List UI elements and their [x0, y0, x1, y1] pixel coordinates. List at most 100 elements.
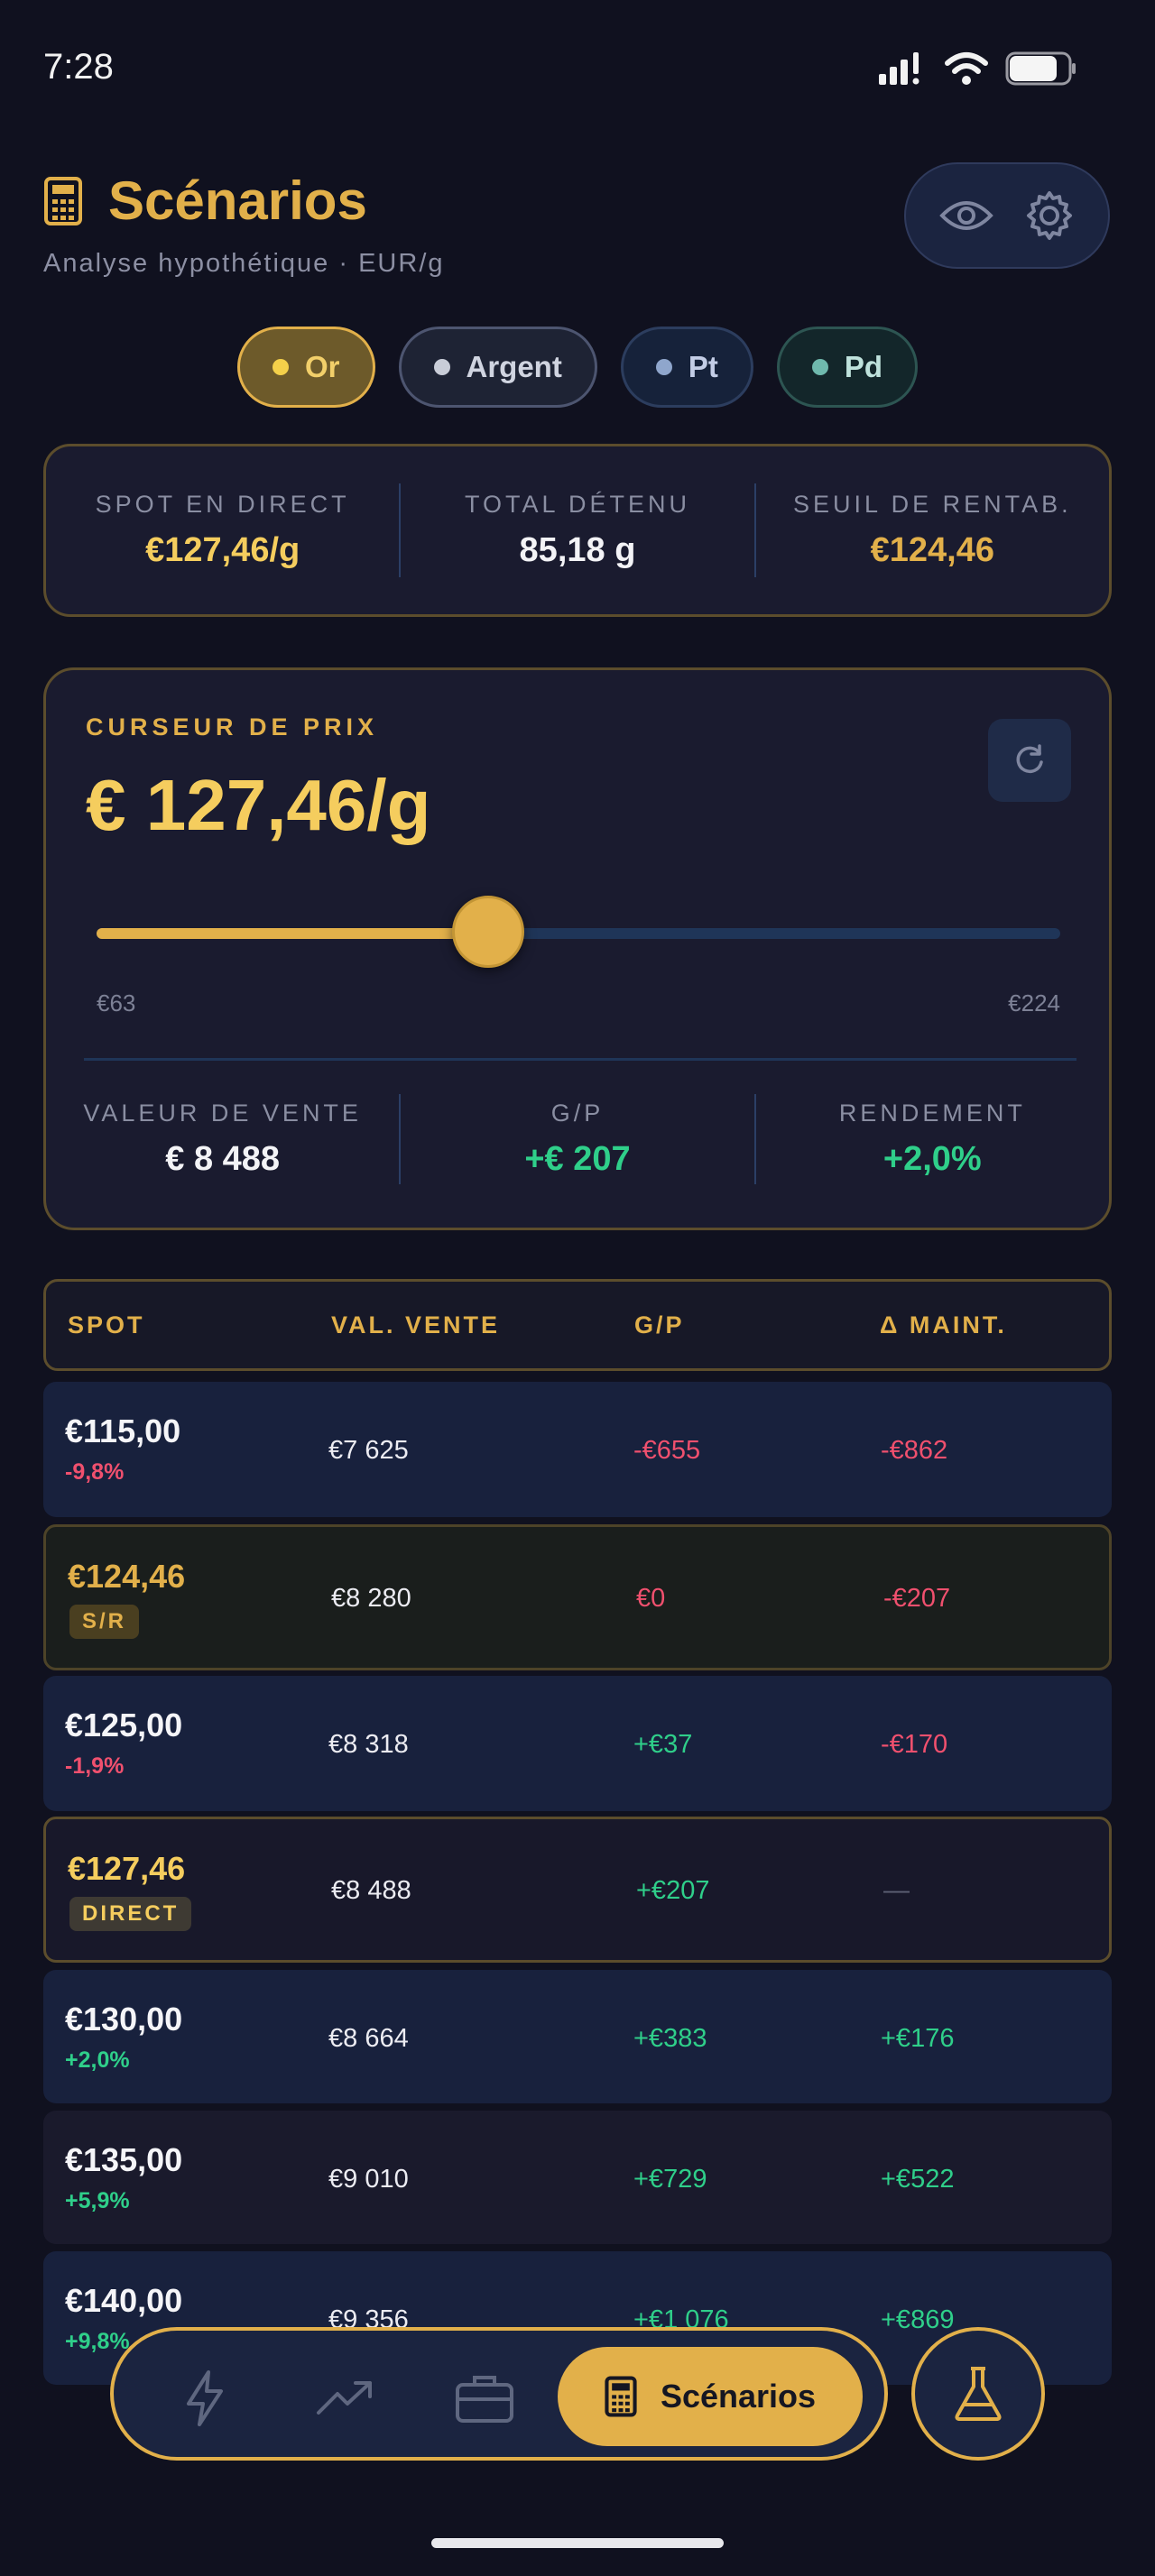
- calculator-icon: [44, 176, 82, 225]
- row-delta: -€207: [883, 1584, 951, 1613]
- row-spot: €135,00: [65, 2141, 183, 2178]
- calculator-icon: [605, 2376, 637, 2417]
- row-delta: -€170: [881, 1730, 948, 1759]
- column-header: Δ MAINT.: [880, 1311, 1007, 1339]
- stat-label: RENDEMENT: [838, 1099, 1026, 1127]
- metal-chip-argent[interactable]: Argent: [398, 327, 597, 408]
- nav-active-label: Scénarios: [660, 2378, 817, 2415]
- table-row[interactable]: €135,00 +5,9% €9 010 +€729 +€522: [43, 2111, 1112, 2244]
- slider-label: CURSEUR DE PRIX: [86, 713, 379, 741]
- row-pl: +€383: [633, 2024, 707, 2053]
- row-sale: €8 318: [328, 1730, 409, 1759]
- row-spot: €115,00: [65, 1412, 181, 1449]
- summary-card: SPOT EN DIRECT €127,46/g TOTAL DÉTENU 85…: [43, 444, 1112, 617]
- stat-value: +€ 207: [524, 1140, 631, 1178]
- status-time: 7:28: [43, 47, 114, 87]
- column-header: G/P: [634, 1311, 685, 1339]
- slider-track-fill: [97, 928, 488, 939]
- row-delta: +€522: [881, 2165, 955, 2194]
- row-sale: €8 280: [331, 1584, 411, 1613]
- row-delta: —: [883, 1876, 910, 1905]
- row-delta: -€862: [881, 1436, 948, 1465]
- metal-selector: Or Argent Pt Pd: [0, 327, 1155, 408]
- metal-chip-label: Pt: [688, 350, 718, 383]
- row-spot: €130,00: [65, 2001, 183, 2038]
- table-row-live[interactable]: €127,46 DIRECT €8 488 +€207 —: [43, 1817, 1112, 1963]
- row-sale: €8 488: [331, 1876, 411, 1905]
- nav-lightning[interactable]: [173, 2367, 236, 2430]
- metal-chip-or[interactable]: Or: [236, 327, 375, 408]
- argent-dot-icon: [433, 359, 450, 375]
- table-row[interactable]: €115,00 -9,8% €7 625 -€655 -€862: [43, 1382, 1112, 1517]
- page-header: Scénarios: [43, 170, 367, 232]
- row-pl: +€37: [633, 1730, 693, 1759]
- summary-value: €124,46: [870, 531, 994, 569]
- metal-chip-label: Or: [304, 350, 340, 383]
- stat-pl: G/P +€ 207: [401, 1099, 753, 1179]
- summary-label: SEUIL DE RENTAB.: [793, 491, 1072, 518]
- page-subtitle: Analyse hypothétique · EUR/g: [43, 249, 445, 278]
- table-row[interactable]: €130,00 +2,0% €8 664 +€383 +€176: [43, 1970, 1112, 2103]
- breakeven-badge: S/R: [69, 1605, 140, 1639]
- row-change: +2,0%: [65, 2047, 130, 2073]
- stat-label: G/P: [550, 1099, 605, 1127]
- summary-label: TOTAL DÉTENU: [464, 491, 690, 518]
- row-spot: €140,00: [65, 2282, 183, 2319]
- flask-icon: [955, 2367, 1002, 2421]
- pd-dot-icon: [811, 359, 828, 375]
- metal-chip-pt[interactable]: Pt: [620, 327, 753, 408]
- slider-min-label: €63: [97, 989, 136, 1017]
- summary-value: 85,18 g: [519, 531, 636, 569]
- summary-spot: SPOT EN DIRECT €127,46/g: [46, 491, 399, 570]
- eye-icon[interactable]: [938, 196, 993, 235]
- briefcase-icon: [456, 2376, 513, 2423]
- stat-label: VALEUR DE VENTE: [83, 1099, 362, 1127]
- row-sale: €8 664: [328, 2024, 409, 2053]
- table-row-breakeven[interactable]: €124,46 S/R €8 280 €0 -€207: [43, 1524, 1112, 1670]
- lightning-icon: [187, 2370, 223, 2426]
- metal-chip-label: Argent: [466, 350, 562, 383]
- metal-chip-pd[interactable]: Pd: [776, 327, 919, 408]
- battery-icon: [1005, 51, 1076, 86]
- row-delta: +€869: [881, 2305, 955, 2334]
- status-icons: [877, 51, 1077, 87]
- column-header: SPOT: [68, 1311, 145, 1339]
- stat-sale-value: VALEUR DE VENTE € 8 488: [46, 1099, 399, 1179]
- metal-chip-label: Pd: [844, 350, 883, 383]
- stat-yield: RENDEMENT +2,0%: [756, 1099, 1109, 1179]
- row-sale: €7 625: [328, 1436, 409, 1465]
- nav-trend[interactable]: [314, 2367, 377, 2430]
- page-title: Scénarios: [108, 170, 367, 231]
- divider: [84, 1058, 1076, 1061]
- table-row[interactable]: €125,00 -1,9% €8 318 +€37 -€170: [43, 1676, 1112, 1811]
- row-change: +5,9%: [65, 2188, 130, 2213]
- signal-icon: [879, 52, 919, 85]
- nav-scenarios[interactable]: Scénarios: [558, 2347, 863, 2446]
- row-change: -9,8%: [65, 1459, 125, 1485]
- row-pl: +€729: [633, 2165, 707, 2194]
- gear-icon[interactable]: [1023, 189, 1076, 242]
- row-change: -1,9%: [65, 1753, 125, 1779]
- live-badge: DIRECT: [69, 1897, 192, 1931]
- pt-dot-icon: [655, 359, 672, 375]
- wifi-icon: [945, 52, 988, 85]
- slider-thumb[interactable]: [452, 896, 524, 968]
- row-pl: €0: [636, 1584, 666, 1613]
- home-indicator: [431, 2538, 724, 2548]
- column-header: VAL. VENTE: [331, 1311, 501, 1339]
- row-spot: €127,46: [68, 1850, 186, 1887]
- reset-button[interactable]: [988, 719, 1071, 802]
- row-spot: €125,00: [65, 1707, 183, 1743]
- row-pl: +€207: [636, 1876, 710, 1905]
- nav-portfolio[interactable]: [453, 2367, 516, 2430]
- stat-value: € 8 488: [165, 1140, 281, 1178]
- summary-breakeven: SEUIL DE RENTAB. €124,46: [756, 491, 1109, 570]
- slider-max-label: €224: [1008, 989, 1060, 1017]
- summary-label: SPOT EN DIRECT: [95, 491, 350, 518]
- summary-value: €127,46/g: [145, 531, 300, 569]
- bottom-nav: Scénarios: [110, 2327, 888, 2461]
- lab-button[interactable]: [911, 2327, 1045, 2461]
- row-pl: -€655: [633, 1436, 701, 1465]
- header-actions: [904, 162, 1110, 269]
- row-change: +9,8%: [65, 2329, 130, 2354]
